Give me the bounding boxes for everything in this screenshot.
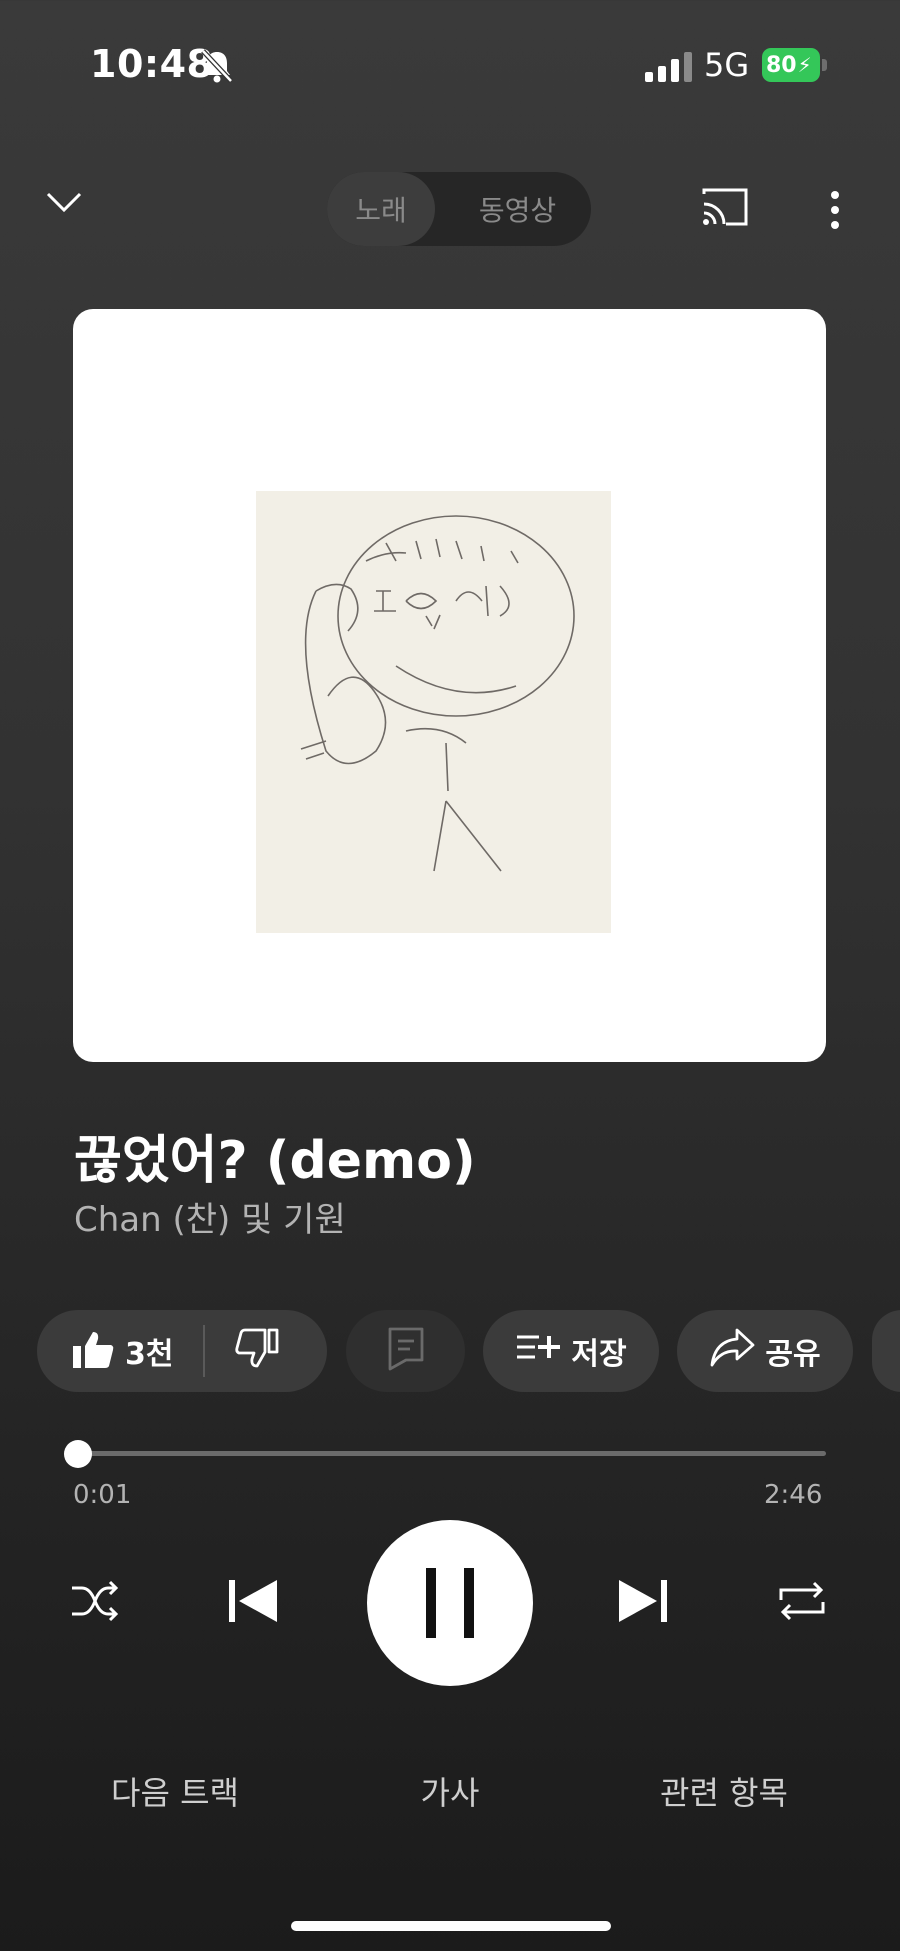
- network-type: 5G: [704, 46, 750, 84]
- repeat-icon[interactable]: [777, 1578, 827, 1628]
- battery-cap: [822, 59, 827, 71]
- current-time: 0:01: [73, 1480, 132, 1510]
- cast-icon[interactable]: [700, 186, 750, 232]
- track-artist[interactable]: Chan (찬) 및 기원: [74, 1192, 346, 1241]
- track-title: 끊었어? (demo): [74, 1131, 476, 1191]
- save-button[interactable]: 저장: [483, 1310, 659, 1392]
- previous-track-icon[interactable]: [225, 1578, 279, 1628]
- save-label: 저장: [571, 1337, 627, 1372]
- more-vert-icon[interactable]: [828, 190, 842, 234]
- next-track-icon[interactable]: [617, 1578, 671, 1628]
- home-indicator[interactable]: [291, 1921, 611, 1931]
- tab-up-next[interactable]: 다음 트랙: [65, 1768, 285, 1814]
- like-dislike-chip: 3천: [37, 1310, 327, 1392]
- comment-chip[interactable]: [346, 1310, 465, 1392]
- progress-thumb[interactable]: [64, 1440, 92, 1468]
- share-button[interactable]: 공유: [677, 1310, 853, 1392]
- playlist-add-icon: [515, 1332, 561, 1370]
- pause-button[interactable]: [367, 1520, 533, 1686]
- shuffle-icon[interactable]: [70, 1578, 120, 1628]
- thumb-down-icon[interactable]: [235, 1328, 279, 1374]
- chevron-down-icon[interactable]: [44, 190, 84, 218]
- bell-muted-icon: [200, 48, 234, 88]
- duration: 2:46: [764, 1480, 823, 1510]
- tab-song[interactable]: 노래: [327, 172, 435, 246]
- pause-icon: [426, 1568, 474, 1638]
- progress-track[interactable]: [78, 1451, 826, 1456]
- like-count[interactable]: 3천: [125, 1329, 173, 1373]
- comment-icon: [386, 1326, 426, 1376]
- battery-level: 80: [766, 52, 797, 78]
- share-label: 공유: [765, 1337, 821, 1372]
- album-drawing: [256, 491, 611, 933]
- tab-lyrics[interactable]: 가사: [340, 1768, 560, 1814]
- status-time: 10:48: [90, 42, 214, 86]
- cellular-signal-icon: [645, 52, 692, 82]
- tab-video[interactable]: 동영상: [455, 172, 580, 246]
- share-icon: [709, 1327, 755, 1375]
- thumb-up-icon[interactable]: [71, 1328, 115, 1374]
- tab-related[interactable]: 관련 항목: [614, 1768, 834, 1814]
- more-actions-chip[interactable]: [872, 1310, 900, 1392]
- battery-icon: 80 ⚡: [762, 48, 820, 82]
- chip-divider: [203, 1325, 206, 1377]
